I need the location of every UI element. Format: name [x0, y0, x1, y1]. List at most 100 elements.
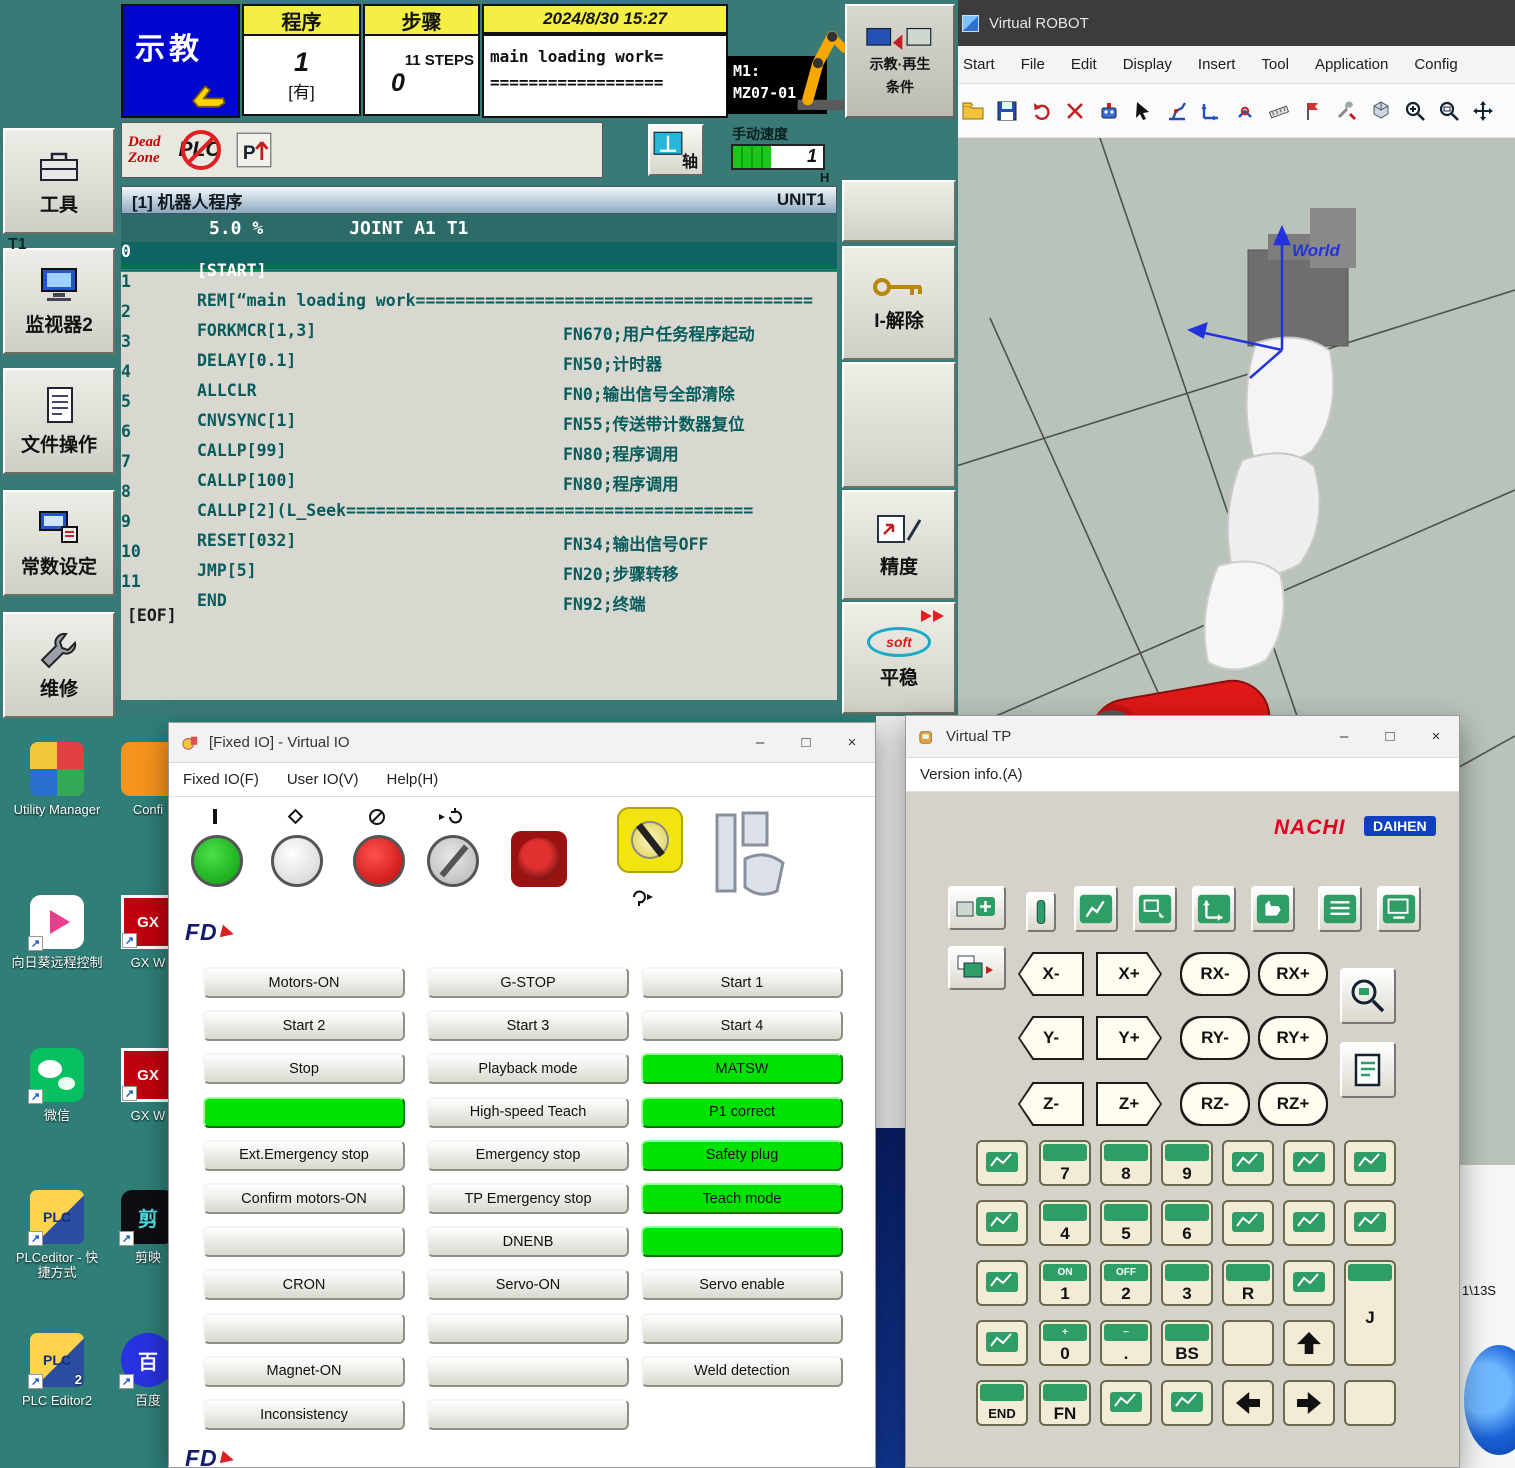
desktop-icon-utility-manager[interactable]: Utility Manager	[11, 742, 103, 817]
menu-edit[interactable]: Edit	[1058, 56, 1110, 73]
open-icon[interactable]	[958, 97, 988, 125]
io-button-blank[interactable]	[427, 1313, 629, 1344]
io-button-servo-on[interactable]: Servo-ON	[427, 1269, 629, 1300]
cut-icon[interactable]	[1060, 97, 1090, 125]
io-button-p1-correct[interactable]: P1 correct	[641, 1097, 843, 1128]
key-5[interactable]: 5	[1100, 1200, 1152, 1246]
tool-icon[interactable]	[1283, 1200, 1335, 1246]
io-button-blank[interactable]	[203, 1226, 405, 1257]
io-button-blank[interactable]	[641, 1226, 843, 1257]
mode-rotary-switch[interactable]	[617, 807, 713, 917]
select-icon[interactable]	[1128, 97, 1158, 125]
program-line-6[interactable]: 6CALLP[99]FN80;程序调用	[121, 422, 837, 452]
pan-icon[interactable]	[1468, 97, 1498, 125]
axis-key-xplus[interactable]: X+	[1096, 952, 1162, 996]
tp-func-screen-select-button[interactable]	[1133, 886, 1177, 932]
program-line-2[interactable]: 2FORKMCR[1,3]FN670;用户任务程序起动	[121, 302, 837, 332]
io-button-weld-detection[interactable]: Weld detection	[641, 1356, 843, 1387]
manual-speed-bar[interactable]: 1	[731, 144, 825, 170]
program-line-1[interactable]: 1REM[“main loading work=================…	[121, 272, 837, 302]
ink-icon[interactable]	[1283, 1260, 1335, 1306]
io-button-dnenb[interactable]: DNENB	[427, 1226, 629, 1257]
io-button-cron[interactable]: CRON	[203, 1269, 405, 1300]
tp-func-monitor-button[interactable]	[1377, 886, 1421, 932]
program-line-7[interactable]: 7CALLP[100]FN80;程序调用	[121, 452, 837, 482]
program-line-10[interactable]: 10JMP[5]FN20;步骤转移	[121, 542, 837, 572]
interference-release-button[interactable]: I-解除	[842, 246, 956, 360]
selector-switch[interactable]	[427, 807, 523, 917]
teach-mode-button[interactable]: 示教	[121, 4, 240, 118]
weave-icon[interactable]	[976, 1140, 1028, 1186]
enable-button[interactable]	[1026, 892, 1056, 932]
program-listing[interactable]: 0[START]1REM[“main loading work=========…	[121, 242, 837, 700]
page-icon[interactable]	[1161, 1380, 1213, 1426]
key-6[interactable]: 6	[1161, 1200, 1213, 1246]
tp-func-hand-guide-button[interactable]	[1251, 886, 1295, 932]
zoom-window-icon[interactable]	[1434, 97, 1464, 125]
unit-icon[interactable]	[1344, 1140, 1396, 1186]
desktop-icon-wechat[interactable]: ↗微信	[11, 1048, 103, 1123]
sidebar-item-maintenance[interactable]: 维修	[3, 612, 115, 718]
io-button-servo-enable[interactable]: Servo enable	[641, 1269, 843, 1300]
axis-key-rxminus[interactable]: RX-	[1180, 952, 1250, 996]
sidebar-item-constants[interactable]: 常数设定	[3, 490, 115, 596]
axis-key-ryminus[interactable]: RY-	[1180, 1016, 1250, 1060]
io-button-emergency-stop[interactable]: Emergency stop	[427, 1140, 629, 1171]
tp-func-axis-coord-button[interactable]	[1192, 886, 1236, 932]
white-pushbutton-body[interactable]	[271, 835, 323, 887]
grip-switch-image-body[interactable]	[705, 807, 801, 907]
io-button-magnet-on[interactable]: Magnet-ON	[203, 1356, 405, 1387]
key-3[interactable]: 3	[1161, 1260, 1213, 1306]
io-button-g-stop[interactable]: G-STOP	[427, 967, 629, 998]
key-fn[interactable]: FN	[1039, 1380, 1091, 1426]
close-button[interactable]: ×	[829, 723, 875, 762]
io-button-start-1[interactable]: Start 1	[641, 967, 843, 998]
green-pushbutton-body[interactable]	[191, 835, 243, 887]
key-arrow-left[interactable]	[1222, 1380, 1274, 1426]
program-line-0[interactable]: 0[START]	[121, 242, 837, 272]
program-line-11[interactable]: 11ENDFN92;终端	[121, 572, 837, 602]
minimize-button[interactable]: –	[1321, 716, 1367, 757]
undo-icon[interactable]	[1026, 97, 1056, 125]
smooth-button[interactable]: soft 平稳	[842, 602, 956, 714]
save-icon[interactable]	[992, 97, 1022, 125]
emergency-stop-button-body[interactable]	[511, 831, 567, 887]
key-4[interactable]: 4	[1039, 1200, 1091, 1246]
menu-file[interactable]: File	[1008, 56, 1058, 73]
io-button-matsw[interactable]: MATSW	[641, 1053, 843, 1084]
key-7[interactable]: 7	[1039, 1140, 1091, 1186]
io-menu-2[interactable]: Help(H)	[387, 771, 439, 788]
key-.[interactable]: −.	[1100, 1320, 1152, 1366]
key-1[interactable]: ON1	[1039, 1260, 1091, 1306]
key-arrow-right[interactable]	[1283, 1380, 1335, 1426]
program-line-8[interactable]: 8CALLP[2](L_Seek========================…	[121, 482, 837, 512]
zoom-in-icon[interactable]	[1400, 97, 1430, 125]
key-end[interactable]: END	[976, 1380, 1028, 1426]
minimize-button[interactable]: –	[737, 723, 783, 762]
fixed-io-titlebar[interactable]: [Fixed IO] - Virtual IO – □ ×	[169, 723, 875, 763]
io-button-high-speed-teach[interactable]: High-speed Teach	[427, 1097, 629, 1128]
jog-joint-icon[interactable]	[1162, 97, 1192, 125]
search-robot-button[interactable]	[1340, 968, 1396, 1024]
axis-select-button[interactable]: 轴	[648, 124, 704, 176]
sidebar-item-tools[interactable]: 工具	[3, 128, 115, 234]
io-button-teach-mode[interactable]: Teach mode	[641, 1183, 843, 1214]
menu-insert[interactable]: Insert	[1185, 56, 1249, 73]
menu-tool[interactable]: Tool	[1248, 56, 1302, 73]
key-2[interactable]: OFF2	[1100, 1260, 1152, 1306]
io-button-stop[interactable]: Stop	[203, 1053, 405, 1084]
io-button-start-3[interactable]: Start 3	[427, 1010, 629, 1041]
axis-key-rzminus[interactable]: RZ-	[1180, 1082, 1250, 1126]
precision-button[interactable]: 精度	[842, 490, 956, 600]
window-icon[interactable]	[1344, 1200, 1396, 1246]
red-pushbutton-body[interactable]	[353, 835, 405, 887]
io-button-ext-emergency-stop[interactable]: Ext.Emergency stop	[203, 1140, 405, 1171]
io-button-safety-plug[interactable]: Safety plug	[641, 1140, 843, 1171]
desktop-icon-plc-editor-shortcut[interactable]: PLC↗PLCeditor - 快捷方式	[11, 1190, 103, 1280]
key-arrow-up[interactable]	[1283, 1320, 1335, 1366]
jog-tool-icon[interactable]	[1230, 97, 1260, 125]
axis-key-zminus[interactable]: Z-	[1018, 1082, 1084, 1126]
virtual-robot-titlebar[interactable]: Virtual ROBOT	[950, 0, 1515, 46]
traj-icon[interactable]	[976, 1320, 1028, 1366]
menu-display[interactable]: Display	[1110, 56, 1185, 73]
